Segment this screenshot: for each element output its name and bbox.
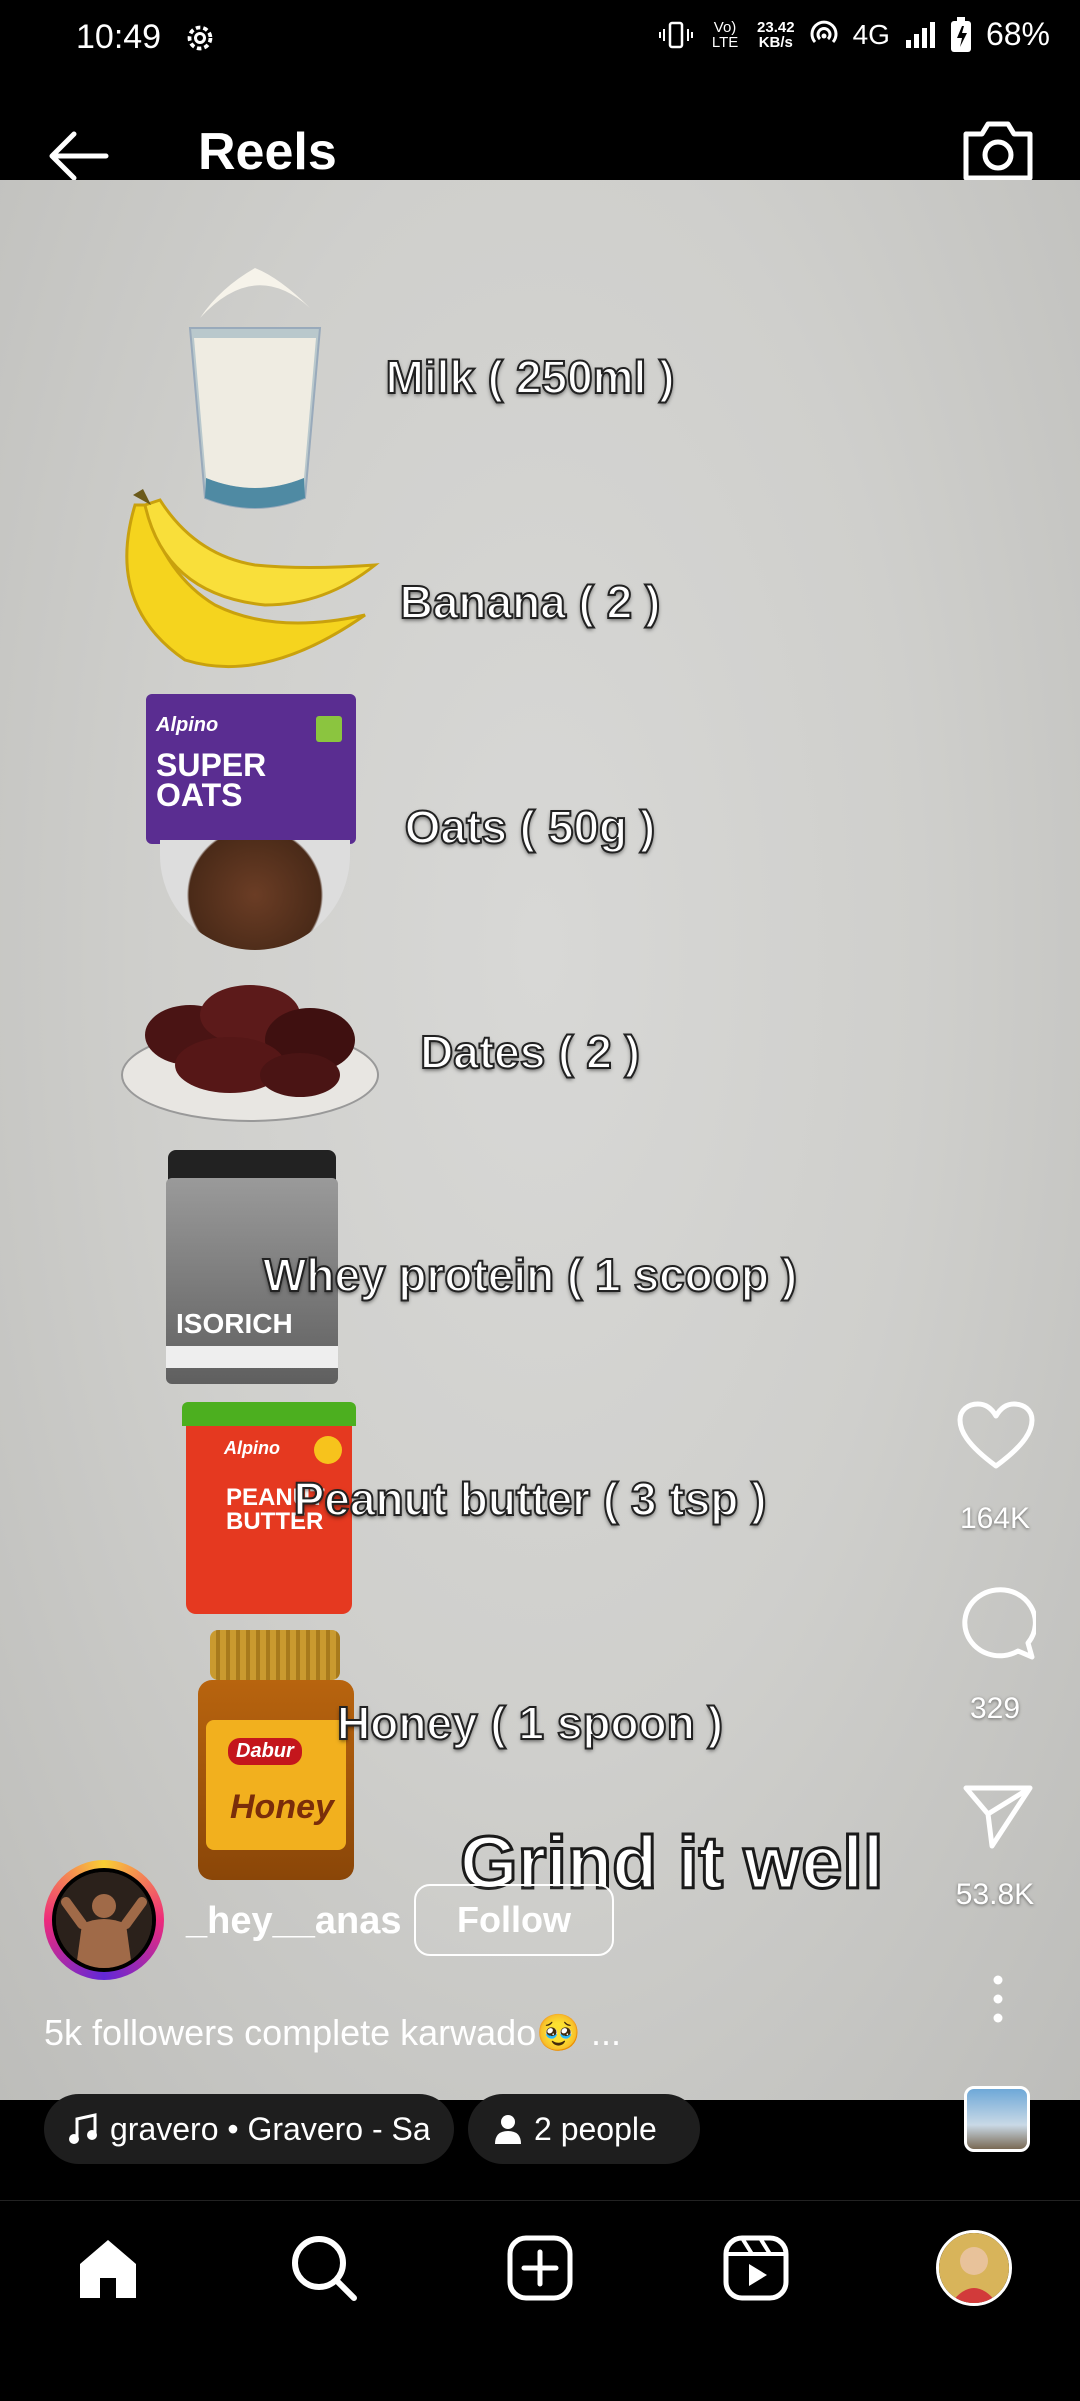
audio-pill[interactable]: gravero • Gravero - Sat	[44, 2094, 454, 2164]
music-note-icon	[69, 2113, 97, 2144]
ingredient-whey: Whey protein ( 1 scoop )	[262, 1248, 798, 1302]
battery-icon	[950, 16, 971, 52]
honey-cap	[210, 1630, 340, 1680]
reel-video[interactable]: Alpino SUPER OATS ISORICH Alpino PEANUT …	[0, 180, 1080, 2100]
speed-indicator: 23.42 KB/s	[757, 20, 795, 50]
create-post-icon[interactable]	[504, 2232, 576, 2304]
share-count: 53.8K	[955, 1878, 1035, 1911]
tagged-people-pill[interactable]: 2 people	[468, 2094, 700, 2164]
comment-count: 329	[969, 1692, 1021, 1725]
status-time: 10:49	[76, 18, 162, 56]
signal-icon	[905, 21, 935, 48]
network-type: 4G	[852, 18, 890, 50]
camera-icon[interactable]	[958, 116, 1038, 186]
search-icon[interactable]	[288, 2232, 360, 2304]
status-right: Vo) LTE 23.42 KB/s 4G 68%	[659, 16, 1050, 53]
home-icon[interactable]	[72, 2232, 144, 2304]
avatar[interactable]	[52, 1868, 156, 1972]
whey-name: ISORICH	[176, 1308, 293, 1339]
vibrate-icon	[659, 21, 694, 48]
pb-badge	[314, 1436, 342, 1464]
more-options-icon[interactable]	[986, 1974, 1010, 2024]
whey-lid	[168, 1150, 336, 1180]
person-icon	[495, 2115, 521, 2144]
like-count: 164K	[959, 1502, 1031, 1535]
audio-thumbnail[interactable]	[964, 2086, 1030, 2152]
author-username[interactable]: _hey__anas	[186, 1900, 402, 1943]
oats-bowl-image	[160, 840, 350, 950]
profile-avatar-image	[939, 2233, 1009, 2303]
follow-button[interactable]: Follow	[414, 1884, 614, 1956]
whey-band	[166, 1346, 338, 1368]
reels-header	[0, 80, 1080, 180]
hotspot-icon	[810, 20, 838, 43]
settings-gear-icon	[187, 25, 213, 51]
honey-name: Honey	[230, 1788, 334, 1826]
page-title: Reels	[198, 123, 337, 181]
pb-brand: Alpino	[224, 1438, 280, 1458]
like-heart-icon[interactable]	[956, 1400, 1036, 1472]
oats-badge	[316, 716, 342, 742]
ingredient-dates: Dates ( 2 )	[419, 1025, 641, 1079]
volte-label: Vo) LTE	[711, 18, 739, 51]
back-arrow-icon[interactable]	[44, 126, 110, 186]
share-paper-plane-icon[interactable]	[962, 1782, 1034, 1850]
ingredient-honey: Honey ( 1 spoon )	[336, 1696, 724, 1750]
ingredient-banana: Banana ( 2 )	[399, 575, 662, 629]
comment-bubble-icon[interactable]	[956, 1586, 1036, 1662]
reel-caption[interactable]: 5k followers complete karwado🥹 ...	[44, 2012, 621, 2054]
ingredient-oats: Oats ( 50g )	[404, 800, 657, 854]
speed-unit: KB/s	[758, 33, 793, 51]
battery-percent: 68%	[985, 16, 1050, 52]
oats-brand: Alpino	[156, 714, 219, 736]
pb-lid	[182, 1402, 356, 1426]
speed-value: 23.42	[757, 18, 795, 36]
profile-avatar[interactable]	[936, 2230, 1012, 2306]
tagged-people-label: 2 people	[534, 2110, 657, 2147]
ingredient-milk: Milk ( 250ml )	[385, 350, 676, 404]
audio-track-label: gravero • Gravero - Sat	[110, 2110, 430, 2147]
ingredient-peanut-butter: Peanut butter ( 3 tsp )	[293, 1472, 768, 1526]
reels-icon[interactable]	[720, 2232, 792, 2304]
avatar-figure	[56, 1872, 152, 1968]
